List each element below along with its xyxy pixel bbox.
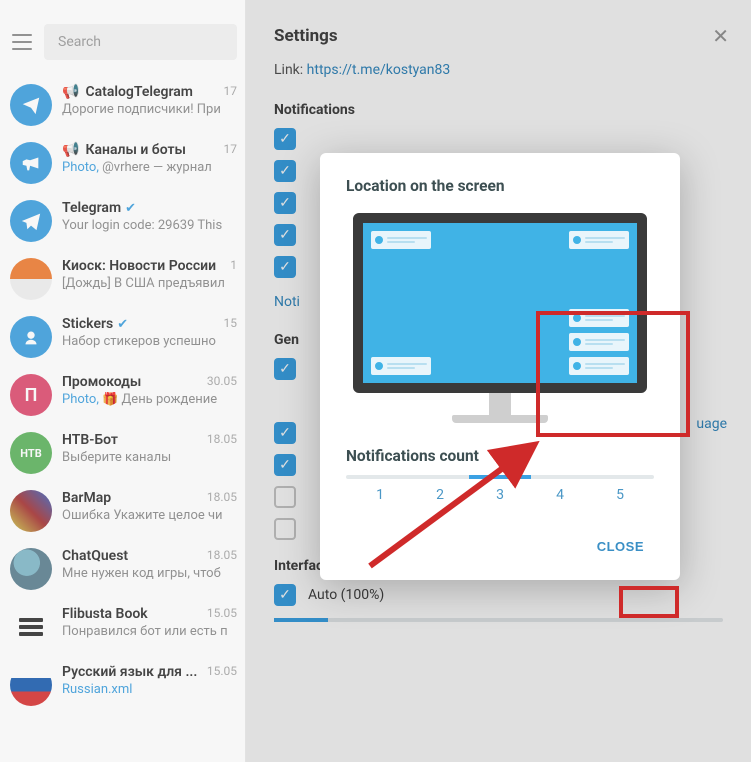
count-option-5[interactable]: 5 (590, 487, 650, 503)
link-label: Link: (274, 62, 303, 78)
avatar (10, 606, 52, 648)
chat-row[interactable]: П Промокоды Photo, 🎁 День рождение 30.05 (0, 366, 245, 424)
avatar (10, 548, 52, 590)
annotation-arrow (360, 436, 560, 576)
section-notifications: Notifications (274, 102, 723, 118)
avatar (10, 490, 52, 532)
chat-date: 17 (224, 142, 238, 156)
avatar (10, 258, 52, 300)
chat-preview: Photo, 🎁 День рождение (62, 392, 235, 407)
chat-row[interactable]: Киоск: Новости России [Дождь] В США предъ… (0, 250, 245, 308)
chat-row[interactable]: НТВ НТВ-Бот Выберите каналы 18.05 (0, 424, 245, 482)
close-icon[interactable]: ✕ (712, 24, 729, 48)
chat-row[interactable]: 📢 Каналы и боты Photo, @vrhere — журнал 17 (0, 134, 245, 192)
chat-date: 15.05 (207, 606, 237, 620)
chat-title: ChatQuest (62, 548, 128, 564)
avatar: П (10, 374, 52, 416)
chat-title: Flibusta Book (62, 606, 148, 622)
chat-title: Русский язык для ... (62, 664, 197, 680)
chat-title: Telegram (62, 200, 121, 216)
verified-icon: ✔ (125, 201, 136, 216)
chat-preview: Your login code: 29639 This (62, 218, 235, 233)
avatar (10, 664, 52, 706)
modal-title-location: Location on the screen (346, 177, 654, 195)
chat-row[interactable]: ChatQuest Мне нужен код игры, чтоб 18.05 (0, 540, 245, 598)
chat-date: 15 (224, 316, 238, 330)
avatar (10, 200, 52, 242)
language-link[interactable]: uage (696, 416, 727, 432)
chat-date: 15.05 (207, 664, 237, 678)
chat-preview: Russian.xml (62, 682, 235, 697)
corner-top-right[interactable] (569, 231, 629, 249)
page-title: Settings (274, 26, 338, 46)
chat-preview: [Дождь] В США предъявил (62, 276, 235, 291)
chat-title: BarMap (62, 490, 111, 506)
chat-preview: Набор стикеров успешно (62, 334, 235, 349)
avatar (10, 316, 52, 358)
corner-top-left[interactable] (371, 231, 431, 249)
bullhorn-icon: 📢 (62, 84, 79, 100)
profile-link[interactable]: https://t.me/kostyan83 (307, 62, 451, 78)
checkbox-checked[interactable]: ✓ (274, 358, 296, 380)
annotation-box-corner (536, 311, 690, 437)
menu-icon[interactable] (8, 30, 36, 54)
chat-row[interactable]: BarMap Ошибка Укажите целое чи 18.05 (0, 482, 245, 540)
checkbox-empty[interactable] (274, 518, 296, 540)
chat-preview: Ошибка Укажите целое чи (62, 508, 235, 523)
chat-date: 18.05 (207, 432, 237, 446)
checkbox-checked[interactable]: ✓ (274, 128, 296, 150)
chat-title: CatalogTelegram (85, 84, 193, 100)
checkbox-checked[interactable]: ✓ (274, 160, 296, 182)
chat-title: Каналы и боты (85, 142, 186, 158)
chat-row[interactable]: Stickers ✔ Набор стикеров успешно 15 (0, 308, 245, 366)
chat-date: 18.05 (207, 548, 237, 562)
search-input[interactable]: Search (44, 24, 237, 60)
chat-preview: Мне нужен код игры, чтоб (62, 566, 235, 581)
checkbox-checked[interactable]: ✓ (274, 224, 296, 246)
chat-title: Stickers (62, 316, 113, 332)
chat-row[interactable]: Flibusta Book Понравился бот или есть п 15… (0, 598, 245, 656)
avatar: НТВ (10, 432, 52, 474)
chat-preview: Понравился бот или есть п (62, 624, 235, 639)
checkbox-empty[interactable] (274, 486, 296, 508)
corner-bottom-left[interactable] (371, 357, 431, 375)
chat-title: Киоск: Новости России (62, 258, 216, 274)
chat-row[interactable]: Русский язык для ... Russian.xml 15.05 (0, 656, 245, 714)
chat-row[interactable]: Telegram ✔ Your login code: 29639 This (0, 192, 245, 250)
avatar (10, 142, 52, 184)
checkbox-checked[interactable]: ✓ (274, 454, 296, 476)
checkbox-checked[interactable]: ✓ (274, 192, 296, 214)
checkbox-checked[interactable]: ✓ (274, 422, 296, 444)
chat-date: 30.05 (207, 374, 237, 388)
checkbox-checked[interactable]: ✓ (274, 256, 296, 278)
chat-preview: Photo, @vrhere — журнал (62, 160, 235, 175)
chat-sidebar: Search 📢 CatalogTelegram Дорогие подписчик… (0, 0, 246, 762)
chat-title: Промокоды (62, 374, 141, 390)
chat-date: 18.05 (207, 490, 237, 504)
close-button[interactable]: CLOSE (587, 531, 654, 562)
chat-row[interactable]: 📢 CatalogTelegram Дорогие подписчики! При 1… (0, 76, 245, 134)
annotation-box-close (619, 586, 679, 618)
chat-title: НТВ-Бот (62, 432, 118, 448)
avatar (10, 84, 52, 126)
verified-icon: ✔ (117, 317, 128, 332)
checkbox-auto-scale[interactable]: ✓ (274, 584, 296, 606)
chat-preview: Выберите каналы (62, 450, 235, 465)
chat-preview: Дорогие подписчики! При (62, 102, 235, 117)
chat-date: 17 (224, 84, 238, 98)
notification-position-link[interactable]: Noti (274, 294, 300, 310)
chat-date: 1 (230, 258, 237, 272)
auto-scale-label: Auto (100%) (308, 587, 384, 603)
bullhorn-icon: 📢 (62, 142, 79, 158)
